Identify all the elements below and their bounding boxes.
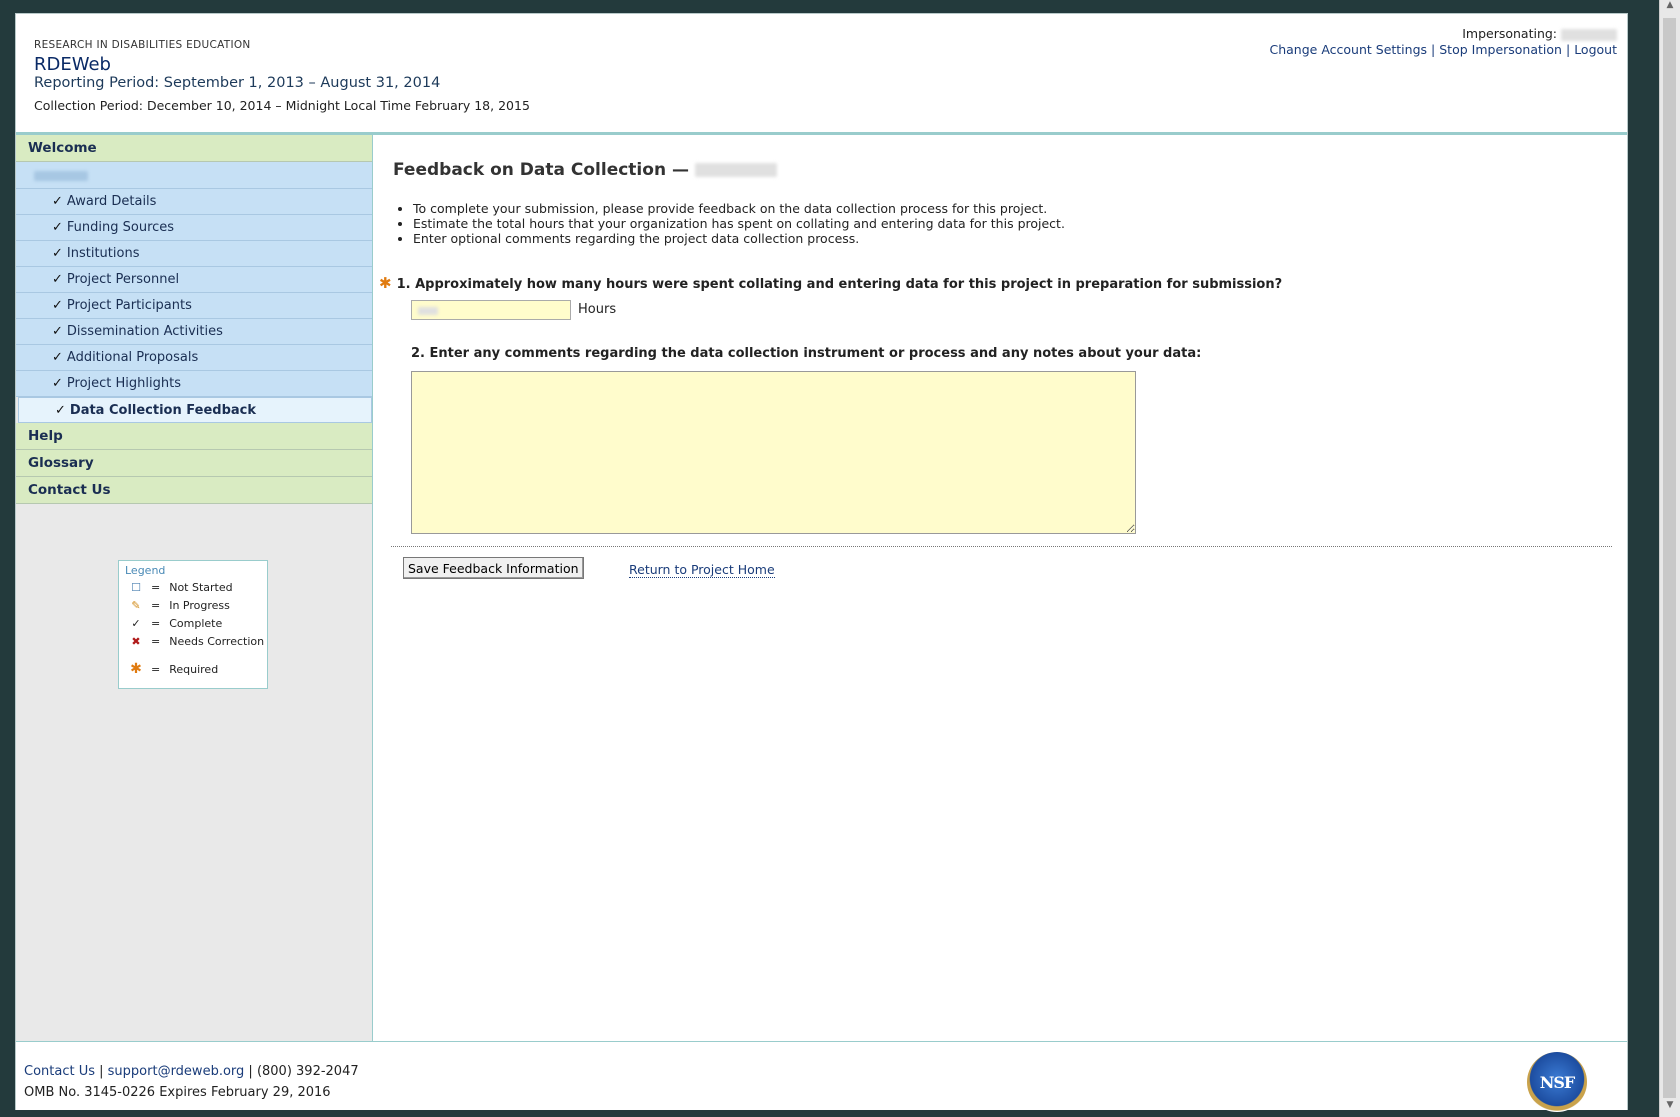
legend-label: Needs Correction xyxy=(169,635,265,648)
omb-notice: OMB No. 3145-0226 Expires February 29, 2… xyxy=(24,1085,331,1100)
legend-row: ✱ = Required xyxy=(129,661,218,677)
nav-label: Institutions xyxy=(66,246,140,261)
legend-eq: = xyxy=(151,581,161,594)
impersonated-user-redacted xyxy=(1561,28,1617,41)
legend-label: Required xyxy=(169,663,219,676)
error-x-icon: ✖ xyxy=(131,635,141,648)
legend-label: In Progress xyxy=(169,599,230,612)
check-icon: ✓ xyxy=(55,403,66,418)
footer: Contact Us | support@rdeweb.org | (800) … xyxy=(16,1041,1627,1112)
instructions-list: To complete your submission, please prov… xyxy=(395,201,1065,246)
hours-value-redacted xyxy=(418,307,438,315)
question-2: 2. Enter any comments regarding the data… xyxy=(411,346,1202,361)
nsf-logo: NSF xyxy=(1527,1052,1587,1112)
required-asterisk-icon: ✱ xyxy=(379,274,392,292)
empty-box-icon: ☐ xyxy=(131,581,141,594)
nav-label: Additional Proposals xyxy=(66,350,199,365)
nav-label: Data Collection Feedback xyxy=(69,403,256,418)
page-title: Feedback on Data Collection — xyxy=(393,160,777,180)
check-icon: ✓ xyxy=(52,246,63,261)
nav-welcome[interactable]: Welcome xyxy=(16,135,372,162)
check-icon: ✓ xyxy=(52,298,63,313)
project-name-redacted xyxy=(694,163,777,177)
legend-eq: = xyxy=(151,617,161,630)
nav-glossary[interactable]: Glossary xyxy=(16,450,372,477)
legend-label: Not Started xyxy=(169,581,233,594)
footer-email-link[interactable]: support@rdeweb.org xyxy=(108,1064,245,1079)
nav-label: Project Highlights xyxy=(66,376,181,391)
app-title: RDEWeb xyxy=(34,54,111,75)
asterisk-icon: ✱ xyxy=(130,661,142,677)
nav-funding-sources[interactable]: ✓ Funding Sources xyxy=(16,215,372,241)
check-icon: ✓ xyxy=(52,194,63,209)
nav-project-participants[interactable]: ✓ Project Participants xyxy=(16,293,372,319)
question-1: ✱ 1. Approximately how many hours were sp… xyxy=(379,274,1282,292)
logout-link[interactable]: Logout xyxy=(1574,42,1617,57)
instruction-item: Estimate the total hours that your organ… xyxy=(413,216,1065,231)
change-account-settings-link[interactable]: Change Account Settings xyxy=(1269,42,1427,57)
header: RESEARCH IN DISABILITIES EDUCATION RDEWe… xyxy=(16,14,1627,134)
nav-data-collection-feedback[interactable]: ✓ Data Collection Feedback xyxy=(18,397,372,423)
dotted-divider xyxy=(391,546,1612,547)
nav-project-highlights[interactable]: ✓ Project Highlights xyxy=(16,371,372,397)
reporting-period: Reporting Period: September 1, 2013 – Au… xyxy=(34,75,441,91)
page-frame: RESEARCH IN DISABILITIES EDUCATION RDEWe… xyxy=(15,13,1628,1112)
check-icon: ✓ xyxy=(52,272,63,287)
check-icon: ✓ xyxy=(52,350,63,365)
scroll-thumb[interactable] xyxy=(1663,18,1676,1098)
legend-eq: = xyxy=(151,599,161,612)
nav-label: Project Participants xyxy=(66,298,192,313)
scroll-up-arrow-icon[interactable]: ▲ xyxy=(1660,0,1680,17)
legend-row: ☐ = Not Started xyxy=(129,580,233,596)
pencil-icon: ✎ xyxy=(131,599,141,612)
instruction-item: Enter optional comments regarding the pr… xyxy=(413,231,1065,246)
check-icon: ✓ xyxy=(52,376,63,391)
instruction-item: To complete your submission, please prov… xyxy=(413,201,1065,216)
nav-project-redacted[interactable] xyxy=(16,162,372,189)
nav-dissemination-activities[interactable]: ✓ Dissemination Activities xyxy=(16,319,372,345)
impersonating-label: Impersonating: xyxy=(1462,26,1558,41)
page-title-text: Feedback on Data Collection — xyxy=(393,160,689,180)
nav-additional-proposals[interactable]: ✓ Additional Proposals xyxy=(16,345,372,371)
footer-contact-link[interactable]: Contact Us xyxy=(24,1064,95,1079)
footer-phone: (800) 392-2047 xyxy=(256,1064,359,1079)
vertical-scrollbar[interactable]: ▲ ▼ xyxy=(1659,0,1680,1117)
hours-input[interactable] xyxy=(411,300,571,320)
footer-contact-line: Contact Us | support@rdeweb.org | (800) … xyxy=(24,1064,359,1079)
nav-label: Dissemination Activities xyxy=(66,324,223,339)
legend-label: Complete xyxy=(169,617,223,630)
nsf-logo-text: NSF xyxy=(1539,1072,1576,1092)
legend: Legend ☐ = Not Started ✎ = In Progress ✓ = Com… xyxy=(118,560,268,689)
legend-eq: = xyxy=(151,663,161,676)
nav-project-personnel[interactable]: ✓ Project Personnel xyxy=(16,267,372,293)
scroll-down-arrow-icon[interactable]: ▼ xyxy=(1660,1100,1680,1117)
account-area: Impersonating: Change Account Settings | S… xyxy=(1269,26,1617,57)
nav-institutions[interactable]: ✓ Institutions xyxy=(16,241,372,267)
comments-textarea[interactable] xyxy=(411,371,1136,534)
org-name: RESEARCH IN DISABILITIES EDUCATION xyxy=(34,39,251,51)
legend-row: ✎ = In Progress xyxy=(129,598,230,614)
nav-contact-us[interactable]: Contact Us xyxy=(16,477,372,504)
legend-row: ✓ = Complete xyxy=(129,616,222,632)
check-icon: ✓ xyxy=(52,220,63,235)
hours-label: Hours xyxy=(578,302,617,317)
legend-row: ✖ = Needs Correction xyxy=(129,634,264,650)
project-id-redacted xyxy=(34,170,88,181)
stop-impersonation-link[interactable]: Stop Impersonation xyxy=(1439,42,1562,57)
collection-period: Collection Period: December 10, 2014 – M… xyxy=(34,98,530,113)
nav-help[interactable]: Help xyxy=(16,423,372,450)
legend-eq: = xyxy=(151,635,161,648)
save-feedback-button[interactable]: Save Feedback Information xyxy=(403,557,584,579)
nav-label: Funding Sources xyxy=(66,220,175,235)
sidebar: Welcome ✓ Award Details ✓ Funding Sources … xyxy=(16,135,373,1041)
check-icon: ✓ xyxy=(131,617,141,630)
main-content: Feedback on Data Collection — To complet… xyxy=(373,135,1627,1041)
legend-title: Legend xyxy=(125,564,166,577)
check-icon: ✓ xyxy=(52,324,63,339)
question-1-text: 1. Approximately how many hours were spe… xyxy=(396,277,1283,292)
nav-label: Project Personnel xyxy=(66,272,180,287)
nav-award-details[interactable]: ✓ Award Details xyxy=(16,189,372,215)
return-to-project-home-link[interactable]: Return to Project Home xyxy=(629,562,775,578)
nav-label: Award Details xyxy=(66,194,157,209)
